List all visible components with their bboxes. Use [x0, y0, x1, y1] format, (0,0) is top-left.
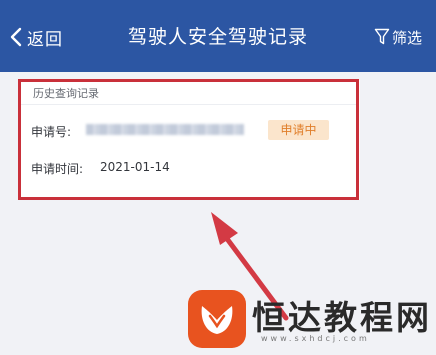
- site-domain: www.sxhdcj.com: [261, 334, 370, 343]
- site-name: 恒达教程网: [252, 298, 432, 337]
- card-divider: [21, 104, 356, 105]
- page-title: 驾驶人安全驾驶记录: [127, 26, 308, 48]
- navigation-bar: 返回 驾驶人安全驾驶记录 筛选: [0, 0, 436, 72]
- application-time-value: 2021-01-14: [100, 160, 170, 174]
- site-logo-icon: [188, 290, 246, 348]
- application-time-label: 申请时间:: [31, 162, 84, 176]
- status-badge: 申请中: [268, 120, 329, 140]
- filter-label: 筛选: [391, 28, 422, 47]
- application-number-masked: [86, 124, 244, 135]
- site-watermark: 恒达教程网 www.sxhdcj.com: [188, 290, 433, 352]
- section-title: 历史查询记录: [33, 87, 99, 100]
- application-number-label: 申请号:: [31, 125, 72, 139]
- filter-button[interactable]: 筛选: [374, 22, 422, 52]
- funnel-icon: [374, 28, 390, 46]
